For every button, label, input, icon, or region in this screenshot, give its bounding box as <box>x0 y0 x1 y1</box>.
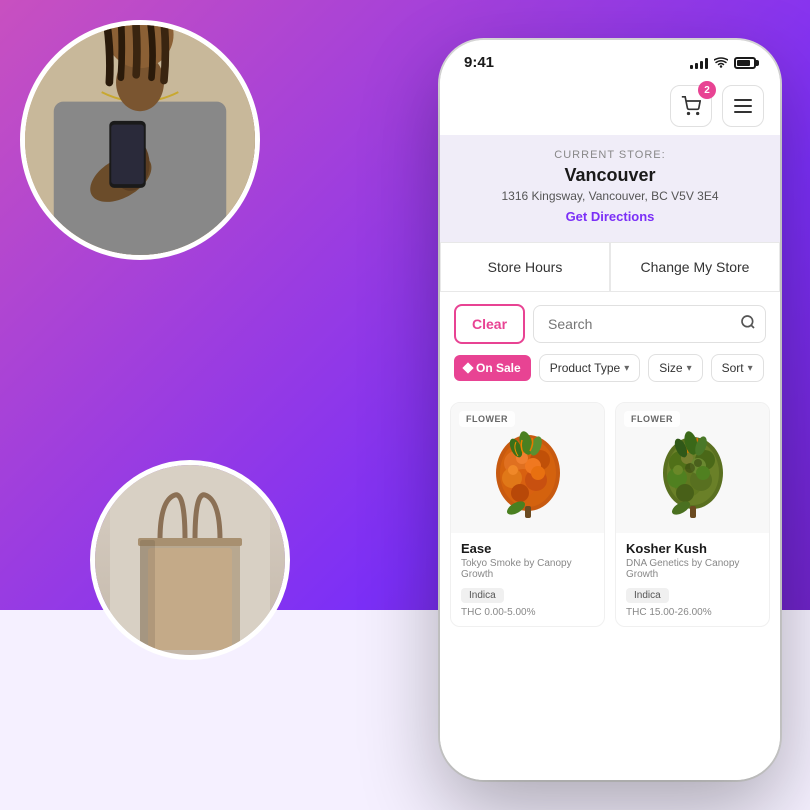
menu-line-3 <box>734 111 752 113</box>
product-name-ease: Ease <box>461 541 594 556</box>
product-brand-ease: Tokyo Smoke by Canopy Growth <box>461 558 594 580</box>
circle-person-image <box>20 20 260 260</box>
flower-badge-ease: FLOWER <box>459 411 515 427</box>
store-hours-button[interactable]: Store Hours <box>440 242 610 292</box>
flower-badge-kosherkush: FLOWER <box>624 411 680 427</box>
search-input-wrapper <box>533 304 766 344</box>
phone-time: 9:41 <box>464 54 494 71</box>
current-store-label: CURRENT STORE: <box>460 149 760 161</box>
product-type-arrow: ▾ <box>624 363 629 374</box>
flower-image-kosherkush <box>643 418 743 518</box>
cart-icon <box>681 96 701 116</box>
battery-icon <box>734 57 756 69</box>
sort-dropdown[interactable]: Sort ▾ <box>711 354 764 382</box>
cart-badge: 2 <box>698 81 716 99</box>
store-address: 1316 Kingsway, Vancouver, BC V5V 3E4 <box>460 189 760 203</box>
product-info-ease: Ease Tokyo Smoke by Canopy Growth Indica… <box>451 533 604 626</box>
product-card-ease[interactable]: FLOWER <box>450 402 605 627</box>
size-label: Size <box>659 361 682 375</box>
product-info-kosherkush: Kosher Kush DNA Genetics by Canopy Growt… <box>616 533 769 626</box>
size-dropdown[interactable]: Size ▾ <box>648 354 702 382</box>
wifi-icon <box>714 57 728 69</box>
products-section: FLOWER <box>440 392 780 780</box>
phone-mockup: 9:41 <box>440 40 780 780</box>
cart-button[interactable]: 2 <box>670 85 712 127</box>
on-sale-filter[interactable]: On Sale <box>454 355 531 381</box>
store-name: Vancouver <box>460 165 760 186</box>
product-thc-ease: THC 0.00-5.00% <box>461 607 594 618</box>
filter-row: On Sale Product Type ▾ Size ▾ Sort ▾ <box>454 354 766 382</box>
product-type-ease: Indica <box>461 588 504 603</box>
search-input[interactable] <box>533 305 766 343</box>
product-card-kosherkush[interactable]: FLOWER <box>615 402 770 627</box>
change-store-button[interactable]: Change My Store <box>610 242 780 292</box>
signal-icon <box>690 57 708 69</box>
product-thc-kosherkush: THC 15.00-26.00% <box>626 607 759 618</box>
get-directions-link[interactable]: Get Directions <box>460 209 760 224</box>
menu-button[interactable] <box>722 85 764 127</box>
size-arrow: ▾ <box>687 363 692 374</box>
product-type-kosherkush: Indica <box>626 588 669 603</box>
sort-label: Sort <box>722 361 744 375</box>
search-row: Clear <box>454 304 766 344</box>
search-icon[interactable] <box>740 314 756 335</box>
diamond-icon <box>462 362 473 373</box>
sort-arrow: ▾ <box>748 363 753 374</box>
product-image-ease: FLOWER <box>451 403 604 533</box>
product-brand-kosherkush: DNA Genetics by Canopy Growth <box>626 558 759 580</box>
menu-line-2 <box>734 105 752 107</box>
product-name-kosherkush: Kosher Kush <box>626 541 759 556</box>
on-sale-label: On Sale <box>476 361 521 375</box>
product-image-kosherkush: FLOWER <box>616 403 769 533</box>
status-bar: 9:41 <box>440 40 780 77</box>
phone-topbar: 2 <box>440 77 780 135</box>
products-grid: FLOWER <box>450 402 770 627</box>
flower-image-ease <box>478 418 578 518</box>
filter-section: Clear On Sale Product Type ▾ <box>440 292 780 392</box>
product-type-label: Product Type <box>550 361 621 375</box>
product-type-dropdown[interactable]: Product Type ▾ <box>539 354 641 382</box>
clear-button[interactable]: Clear <box>454 304 525 344</box>
menu-line-1 <box>734 99 752 101</box>
circle-bag-image <box>90 460 290 660</box>
store-actions: Store Hours Change My Store <box>440 242 780 292</box>
store-info-section: CURRENT STORE: Vancouver 1316 Kingsway, … <box>440 135 780 242</box>
status-icons <box>690 57 756 69</box>
